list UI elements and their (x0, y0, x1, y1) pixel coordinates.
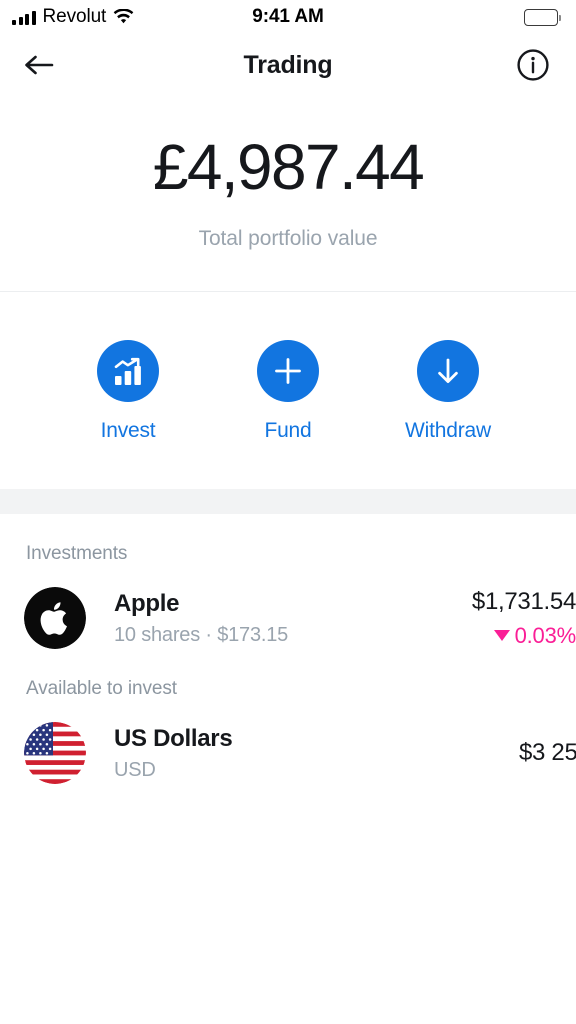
withdraw-button[interactable]: Withdraw (405, 340, 491, 443)
us-flag-icon (24, 722, 86, 785)
back-arrow-icon[interactable] (22, 50, 56, 80)
battery-full-icon (524, 8, 562, 26)
section-separator-band (0, 489, 576, 515)
fund-button[interactable]: Fund (256, 340, 320, 443)
chart-growth-icon (97, 340, 159, 403)
available-section-title: Available to invest (26, 678, 177, 700)
list-item-amount: $1,731.54 (471, 587, 576, 615)
status-bar-left: Revolut (12, 6, 134, 28)
plus-icon (257, 340, 319, 403)
info-circle-icon[interactable] (516, 48, 550, 82)
nav-bar: Trading (0, 34, 576, 96)
status-bar-right (524, 8, 562, 26)
withdraw-button-label: Withdraw (405, 419, 491, 443)
fund-button-label: Fund (264, 419, 312, 443)
action-buttons-row: Invest Fund Withdraw (0, 292, 576, 490)
invest-button-label: Invest (100, 419, 156, 443)
page-title: Trading (243, 50, 333, 79)
caret-down-icon (493, 630, 510, 642)
list-item-name: US Dollars (114, 724, 233, 752)
list-item-values: $3 255,9 (519, 739, 576, 767)
wifi-icon (113, 9, 134, 24)
status-bar: Revolut 9:41 AM (0, 0, 576, 34)
list-item[interactable]: US Dollars USD $3 255,9 (0, 700, 576, 785)
list-item-change: 0.03% (493, 622, 576, 649)
list-item[interactable]: Apple 10 shares · $173.15 $1,731.54 0.03… (0, 565, 576, 650)
list-item-main: US Dollars USD (86, 725, 519, 782)
list-item-main: Apple 10 shares · $173.15 (86, 590, 472, 647)
apple-logo-icon (24, 587, 86, 650)
list-item-amount: $3 255,9 (518, 739, 576, 767)
signal-bars-icon (12, 10, 36, 25)
list-item-subtitle: 10 shares · $173.15 (114, 623, 289, 646)
portfolio-value: £4,987.44 (152, 131, 425, 203)
carrier-label: Revolut (42, 6, 107, 27)
list-item-values: $1,731.54 0.03% (472, 588, 576, 649)
list-item-change-value: 0.03% (514, 622, 576, 648)
list-item-name: Apple (114, 589, 180, 617)
investments-section-title: Investments (26, 543, 128, 565)
portfolio-summary: £4,987.44 Total portfolio value (0, 96, 576, 291)
invest-button[interactable]: Invest (96, 340, 160, 443)
portfolio-value-label: Total portfolio value (198, 227, 378, 251)
list-item-subtitle: USD (114, 758, 156, 781)
arrow-down-icon (417, 340, 479, 403)
